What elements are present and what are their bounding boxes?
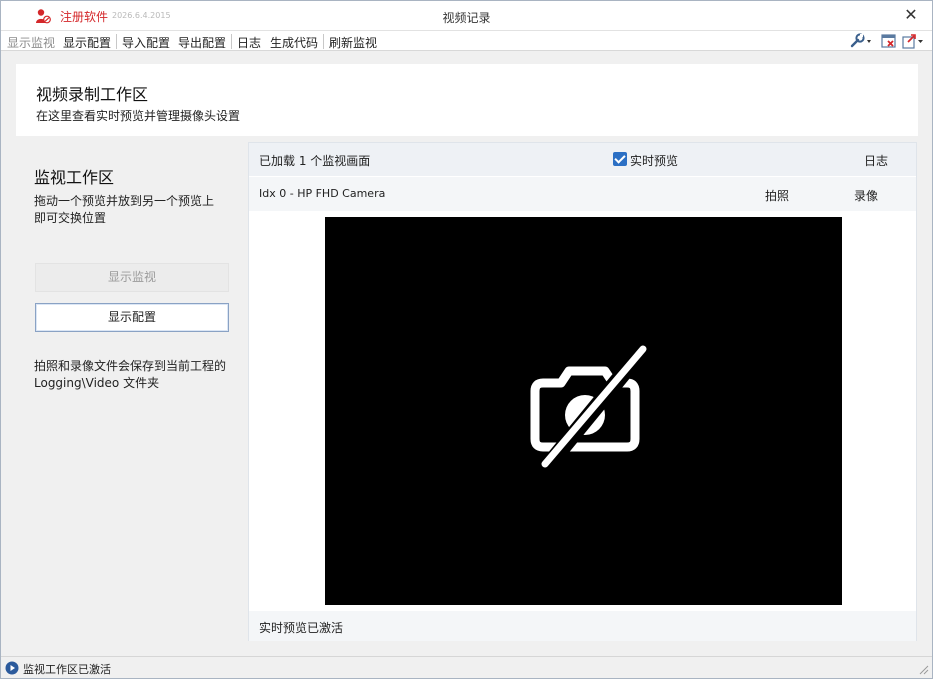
record-button[interactable]: 录像 [854,187,878,204]
app-window: 注册软件 2026.6.4.2015 视频记录 ✕ 显示监视 显示配置 导入配置… [0,0,933,679]
resize-grip-icon[interactable] [917,663,929,675]
header-panel: 视频录制工作区 在这里查看实时预览并管理摄像头设置 [16,64,918,136]
page-subtitle: 在这里查看实时预览并管理摄像头设置 [36,109,241,123]
menu-refresh-monitor[interactable]: 刷新监视 [329,34,377,51]
menu-generate-code[interactable]: 生成代码 [270,34,318,51]
show-config-button[interactable]: 显示配置 [35,303,229,332]
video-preview[interactable] [325,217,842,605]
menu-show-monitor[interactable]: 显示监视 [7,34,55,51]
window-title: 视频记录 [442,11,491,25]
log-button[interactable]: 日志 [864,152,888,169]
monitor-status-text: 实时预览已激活 [259,621,344,635]
menu-import-config[interactable]: 导入配置 [122,34,170,51]
loaded-count-text: 已加载 1 个监视画面 [259,154,371,168]
play-circle-icon [5,661,19,675]
monitor-status-bar: 实时预览已激活 [249,611,916,641]
camera-name: Idx 0 - HP FHD Camera [259,187,386,200]
close-button[interactable]: ✕ [902,6,920,24]
left-panel-title: 监视工作区 [34,168,115,187]
left-panel-description: 拖动一个预览并放到另一个预览上即可交换位置 [34,194,215,225]
menu-bar: 显示监视 显示配置 导入配置 导出配置 日志 生成代码 刷新监视 [1,31,932,51]
status-text: 监视工作区已激活 [23,663,111,676]
left-panel-note: 拍照和录像文件会保存到当前工程的 Logging\Video 文件夹 [34,359,227,390]
menu-log[interactable]: 日志 [237,34,261,51]
menu-separator [231,34,232,49]
live-preview-label[interactable]: 实时预览 [630,152,678,169]
camera-off-icon [530,344,649,471]
menu-separator [116,34,117,49]
status-bar: 监视工作区已激活 [1,656,932,678]
title-bar: 注册软件 2026.6.4.2015 视频记录 ✕ [1,1,932,31]
live-preview-checkbox[interactable] [613,152,627,166]
export-dropdown-icon[interactable] [901,33,925,49]
monitor-toolbar: 已加载 1 个监视画面 实时预览 日志 [249,143,916,176]
page-title: 视频录制工作区 [36,85,149,104]
camera-header: Idx 0 - HP FHD Camera 拍照 录像 [249,177,916,211]
photo-button[interactable]: 拍照 [765,187,789,204]
monitor-panel: 已加载 1 个监视画面 实时预览 日志 Idx 0 - HP FHD Camer… [248,142,917,641]
wrench-dropdown-icon[interactable] [849,33,873,49]
menu-separator [323,34,324,49]
window-close-icon[interactable] [877,33,901,49]
show-monitor-button: 显示监视 [35,263,229,292]
menu-export-config[interactable]: 导出配置 [178,34,226,51]
menu-show-config[interactable]: 显示配置 [63,34,111,51]
